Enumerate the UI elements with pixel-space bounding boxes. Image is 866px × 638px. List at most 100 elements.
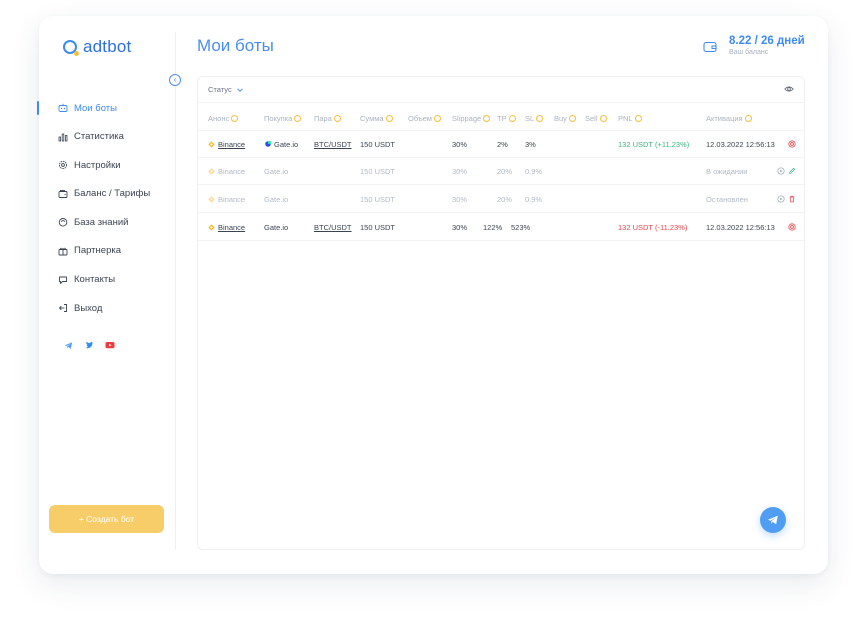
sidebar-item-knowledge-base[interactable]: База знаний <box>58 215 150 229</box>
amount-cell: 150 USDT <box>360 223 396 232</box>
announce-cell[interactable]: Binance <box>208 167 245 176</box>
divider <box>198 130 804 131</box>
info-icon[interactable] <box>231 115 239 122</box>
slippage-cell: 30% <box>452 223 468 232</box>
announce-cell[interactable]: Binance <box>208 140 245 149</box>
play-icon[interactable] <box>777 195 785 203</box>
status-filter-label: Статус <box>208 85 232 94</box>
sidebar-item-label: База знаний <box>74 216 129 228</box>
logo[interactable]: adtbot <box>63 37 131 57</box>
col-header-pnl: PNL <box>618 114 642 123</box>
active-nav-marker <box>37 101 39 115</box>
col-header-tp: TP <box>497 114 516 123</box>
info-icon[interactable] <box>536 115 544 122</box>
eye-icon[interactable] <box>784 84 794 94</box>
col-header-sl: SL <box>525 114 544 123</box>
info-icon[interactable] <box>385 115 393 122</box>
amount-cell: 150 USDT <box>360 140 396 149</box>
play-icon[interactable] <box>777 167 785 175</box>
gift-icon <box>58 246 68 256</box>
tp-cell: 20% <box>497 167 513 176</box>
sidebar-item-label: Контакты <box>74 274 116 286</box>
activation-cell: Остановлен <box>706 195 748 204</box>
info-icon[interactable] <box>744 115 752 122</box>
trash-icon[interactable] <box>788 195 796 203</box>
col-header-activation: Активация <box>706 114 752 123</box>
activation-cell: 12.03.2022 12:56:13 <box>706 223 775 232</box>
slippage-cell: 30% <box>452 140 468 149</box>
sidebar-item-label: Баланс / Тарифы <box>74 188 151 200</box>
logo-text: adtbot <box>83 37 132 56</box>
binance-icon <box>208 224 215 231</box>
balance-widget[interactable]: 8.22 / 26 дней Ваш баланс <box>703 35 805 56</box>
announce-cell[interactable]: Binance <box>208 195 245 204</box>
chevron-down-icon <box>236 87 243 92</box>
col-header-pair: Пара <box>314 114 341 123</box>
tp-cell: 122% <box>483 223 503 232</box>
telegram-support-button[interactable] <box>760 507 786 533</box>
info-icon[interactable] <box>599 115 607 122</box>
logo-icon <box>63 40 79 56</box>
info-icon[interactable] <box>483 115 491 122</box>
twitter-icon[interactable] <box>84 340 94 350</box>
robot-icon <box>58 103 68 113</box>
balance-value: 8.22 / 26 дней <box>729 35 805 47</box>
telegram-icon[interactable] <box>63 340 73 350</box>
divider <box>198 157 804 158</box>
collapse-sidebar-icon[interactable]: ‹ <box>169 74 181 86</box>
pair-cell[interactable]: BTC/USDT <box>314 223 352 232</box>
sidebar-item-my-bots[interactable]: Мои боты <box>58 101 150 115</box>
announce-cell[interactable]: Binance <box>208 223 245 232</box>
pnl-cell: 132 USDT (+11.23%) <box>618 140 690 149</box>
info-icon[interactable] <box>634 115 642 122</box>
col-header-buy-exchange: Покупка <box>264 114 302 123</box>
page-title: Мои боты <box>197 36 274 55</box>
slippage-cell: 30% <box>452 195 468 204</box>
sidebar-item-contacts[interactable]: Контакты <box>58 273 150 287</box>
gear-icon <box>58 160 68 170</box>
sidebar-item-logout[interactable]: Выход <box>58 301 150 315</box>
stop-icon[interactable] <box>788 140 796 148</box>
sl-cell: 523% <box>511 223 531 232</box>
divider <box>198 102 804 103</box>
buy-exchange-cell: Gate.io <box>264 140 298 149</box>
buy-exchange-cell: Gate.io <box>264 195 289 204</box>
info-icon[interactable] <box>508 115 516 122</box>
sidebar-item-label: Мои боты <box>74 102 117 114</box>
sidebar-item-partners[interactable]: Партнерка <box>58 244 150 258</box>
sidebar-item-settings[interactable]: Настройки <box>58 158 150 172</box>
logout-icon <box>58 303 68 313</box>
amount-cell: 150 USDT <box>360 195 396 204</box>
col-header-sell: Sell <box>585 114 607 123</box>
binance-icon <box>208 168 215 175</box>
gateio-icon <box>265 141 271 147</box>
divider <box>198 240 804 241</box>
sidebar-item-label: Выход <box>74 302 103 314</box>
col-header-volume: Объем <box>408 114 441 123</box>
activation-cell: В ожидании <box>706 167 748 176</box>
info-icon[interactable] <box>433 115 441 122</box>
tp-cell: 2% <box>497 140 508 149</box>
amount-cell: 150 USDT <box>360 167 396 176</box>
sidebar-item-label: Настройки <box>74 159 121 171</box>
balance-text: 8.22 / 26 дней Ваш баланс <box>729 35 805 56</box>
tp-cell: 20% <box>497 195 513 204</box>
status-filter[interactable]: Статус <box>208 85 244 94</box>
sl-cell: 3% <box>525 140 536 149</box>
info-icon[interactable] <box>568 115 576 122</box>
sidebar-item-balance[interactable]: Баланс / Тарифы <box>58 187 150 201</box>
buy-exchange-cell: Gate.io <box>264 223 289 232</box>
create-bot-button[interactable]: + Создать бот <box>49 505 164 533</box>
stop-icon[interactable] <box>788 223 796 231</box>
bar-chart-icon <box>58 132 68 142</box>
info-icon[interactable] <box>294 115 302 122</box>
sidebar-item-label: Статистика <box>74 131 124 143</box>
edit-icon[interactable] <box>788 167 796 175</box>
divider <box>198 184 804 185</box>
youtube-icon[interactable] <box>105 340 115 350</box>
sidebar-item-statistics[interactable]: Статистика <box>58 130 150 144</box>
telegram-icon <box>767 515 778 525</box>
info-icon[interactable] <box>333 115 341 122</box>
sidebar-divider <box>175 32 176 550</box>
pair-cell[interactable]: BTC/USDT <box>314 140 352 149</box>
